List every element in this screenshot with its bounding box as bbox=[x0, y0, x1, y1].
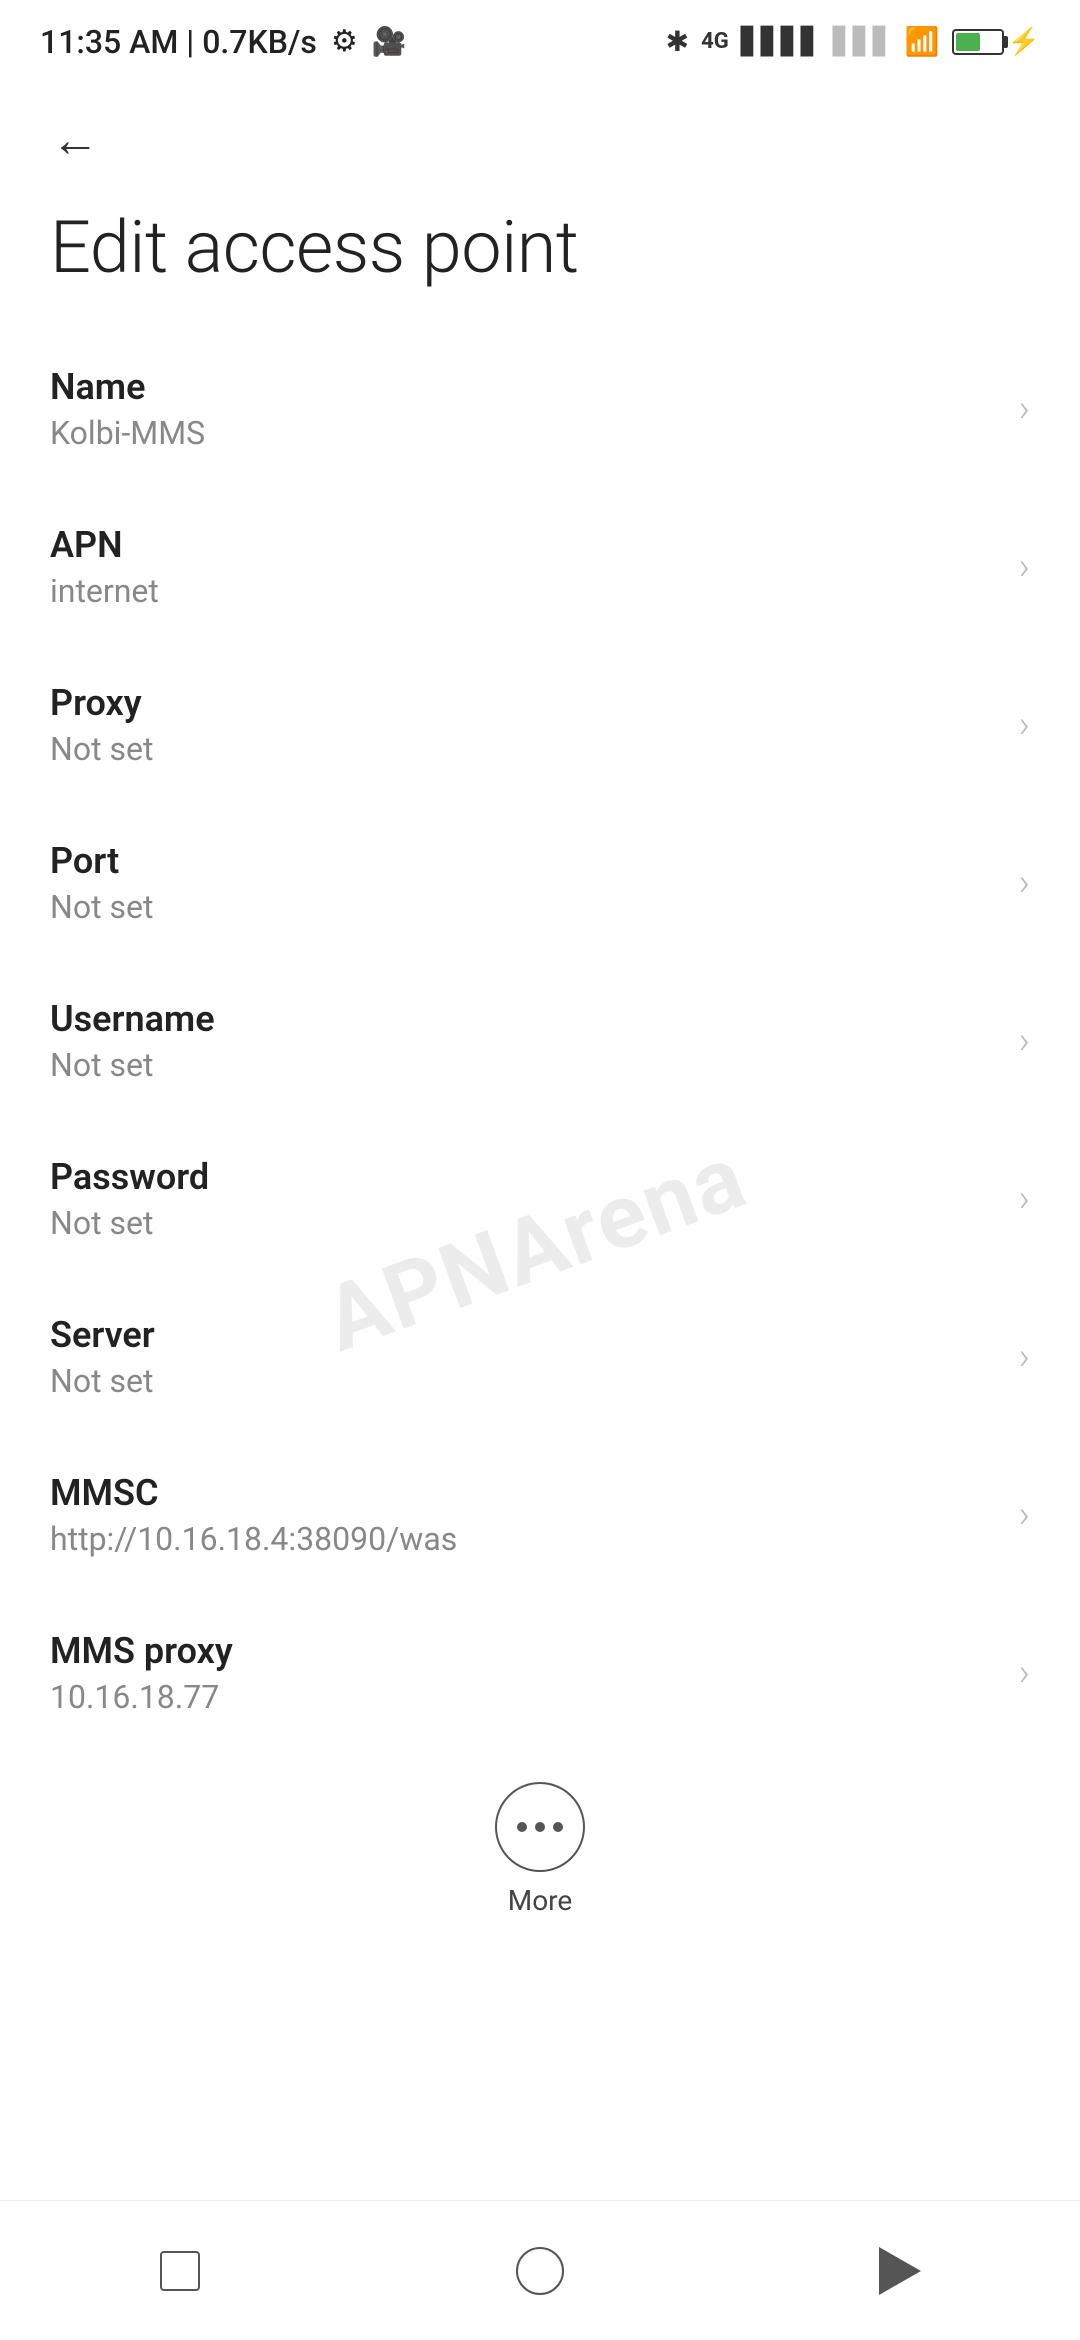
settings-item-server-value: Not set bbox=[50, 1362, 999, 1400]
chevron-right-icon-username: › bbox=[1019, 1019, 1030, 1063]
main-content: Edit access point Name Kolbi-MMS › APN i… bbox=[0, 185, 1080, 2117]
chevron-right-icon-port: › bbox=[1019, 861, 1030, 905]
settings-item-mmsc[interactable]: MMSC http://10.16.18.4:38090/was › bbox=[0, 1436, 1080, 1594]
navigation-bar bbox=[0, 2200, 1080, 2340]
settings-item-port-title: Port bbox=[50, 840, 999, 882]
settings-item-name-content: Name Kolbi-MMS bbox=[50, 366, 999, 452]
signal-bars2-icon: ▋▋▋ bbox=[833, 27, 893, 57]
settings-item-username-content: Username Not set bbox=[50, 998, 999, 1084]
settings-item-apn-content: APN internet bbox=[50, 524, 999, 610]
battery-icon bbox=[952, 29, 1004, 55]
settings-item-name[interactable]: Name Kolbi-MMS › bbox=[0, 330, 1080, 488]
signal-bars-icon: ▋▋▋▋ bbox=[741, 27, 821, 57]
recents-icon bbox=[160, 2251, 200, 2291]
settings-item-proxy-title: Proxy bbox=[50, 682, 999, 724]
chevron-right-icon-proxy: › bbox=[1019, 703, 1030, 747]
settings-item-mmsc-content: MMSC http://10.16.18.4:38090/was bbox=[50, 1472, 999, 1558]
chevron-right-icon-name: › bbox=[1019, 387, 1030, 431]
chevron-right-icon-apn: › bbox=[1019, 545, 1030, 589]
gear-icon: ⚙ bbox=[331, 24, 358, 59]
settings-item-username-value: Not set bbox=[50, 1046, 999, 1084]
chevron-right-icon-server: › bbox=[1019, 1335, 1030, 1379]
chevron-right-icon-mmsc: › bbox=[1019, 1493, 1030, 1537]
charge-icon: ⚡ bbox=[1008, 27, 1040, 57]
status-left: 11:35 AM | 0.7KB/s ⚙ 🎥 bbox=[40, 23, 407, 61]
settings-item-name-value: Kolbi-MMS bbox=[50, 414, 999, 452]
settings-item-password[interactable]: Password Not set › bbox=[0, 1120, 1080, 1278]
more-section: More bbox=[0, 1752, 1080, 1937]
back-nav-icon bbox=[879, 2247, 921, 2295]
signal-4g-icon: 4G bbox=[701, 29, 729, 54]
settings-item-proxy-content: Proxy Not set bbox=[50, 682, 999, 768]
settings-item-server[interactable]: Server Not set › bbox=[0, 1278, 1080, 1436]
status-bar: 11:35 AM | 0.7KB/s ⚙ 🎥 ✱ 4G ▋▋▋▋ ▋▋▋ 📶 ⚡ bbox=[0, 0, 1080, 75]
toolbar: ← bbox=[0, 75, 1080, 185]
settings-item-proxy[interactable]: Proxy Not set › bbox=[0, 646, 1080, 804]
battery-container: ⚡ bbox=[952, 27, 1040, 57]
settings-item-port[interactable]: Port Not set › bbox=[0, 804, 1080, 962]
settings-item-password-value: Not set bbox=[50, 1204, 999, 1242]
settings-item-server-content: Server Not set bbox=[50, 1314, 999, 1400]
back-arrow-icon: ← bbox=[51, 116, 99, 164]
settings-item-proxy-value: Not set bbox=[50, 730, 999, 768]
recents-button[interactable] bbox=[140, 2231, 220, 2311]
time-display: 11:35 AM | 0.7KB/s bbox=[40, 23, 317, 61]
more-label: More bbox=[508, 1884, 573, 1917]
more-dots-icon bbox=[517, 1822, 563, 1832]
settings-item-mms-proxy-value: 10.16.18.77 bbox=[50, 1678, 999, 1716]
settings-item-port-value: Not set bbox=[50, 888, 999, 926]
more-button[interactable] bbox=[495, 1782, 585, 1872]
settings-item-mms-proxy-title: MMS proxy bbox=[50, 1630, 999, 1672]
settings-item-server-title: Server bbox=[50, 1314, 999, 1356]
home-icon bbox=[516, 2247, 564, 2295]
camera-icon: 🎥 bbox=[372, 25, 407, 58]
status-right: ✱ 4G ▋▋▋▋ ▋▋▋ 📶 ⚡ bbox=[666, 25, 1040, 58]
settings-item-name-title: Name bbox=[50, 366, 999, 408]
back-button[interactable]: ← bbox=[40, 105, 110, 175]
settings-item-mms-proxy[interactable]: MMS proxy 10.16.18.77 › bbox=[0, 1594, 1080, 1752]
settings-item-port-content: Port Not set bbox=[50, 840, 999, 926]
chevron-right-icon-mms-proxy: › bbox=[1019, 1651, 1030, 1695]
chevron-right-icon-password: › bbox=[1019, 1177, 1030, 1221]
bluetooth-icon: ✱ bbox=[666, 25, 689, 58]
wifi-icon: 📶 bbox=[905, 25, 940, 58]
home-button[interactable] bbox=[500, 2231, 580, 2311]
back-nav-button[interactable] bbox=[860, 2231, 940, 2311]
settings-item-apn[interactable]: APN internet › bbox=[0, 488, 1080, 646]
settings-list: Name Kolbi-MMS › APN internet › Proxy No… bbox=[0, 330, 1080, 1752]
settings-item-mms-proxy-content: MMS proxy 10.16.18.77 bbox=[50, 1630, 999, 1716]
settings-item-mmsc-value: http://10.16.18.4:38090/was bbox=[50, 1520, 999, 1558]
page-title: Edit access point bbox=[0, 185, 1080, 330]
settings-item-apn-title: APN bbox=[50, 524, 999, 566]
settings-item-username-title: Username bbox=[50, 998, 999, 1040]
settings-item-password-content: Password Not set bbox=[50, 1156, 999, 1242]
settings-item-mmsc-title: MMSC bbox=[50, 1472, 999, 1514]
settings-item-username[interactable]: Username Not set › bbox=[0, 962, 1080, 1120]
settings-item-apn-value: internet bbox=[50, 572, 999, 610]
settings-item-password-title: Password bbox=[50, 1156, 999, 1198]
